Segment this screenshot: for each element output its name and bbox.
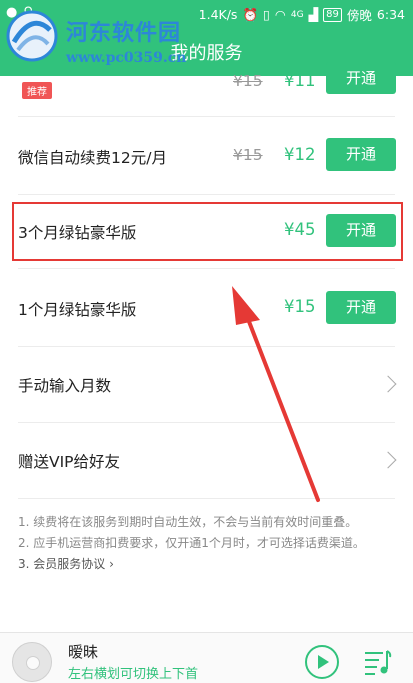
divider — [18, 498, 395, 499]
mini-player[interactable]: 暧昧 左右横划可切换上下首 — [0, 632, 413, 683]
open-button-0[interactable]: 开通 — [326, 62, 396, 94]
album-disc-icon[interactable] — [12, 642, 52, 682]
signal-type: 4G — [290, 9, 304, 20]
alarm-icon: ⏰ — [242, 6, 259, 22]
watermark-logo-icon — [6, 10, 58, 62]
wifi-icon: ◠ — [274, 7, 286, 22]
plan-row-0: ¥15 ¥11 开通 — [0, 62, 413, 112]
battery-level: 89 — [323, 7, 342, 22]
song-title: 暧昧 — [68, 643, 99, 661]
chevron-right-icon — [379, 451, 397, 469]
watermark-text: 河东软件园 — [66, 20, 182, 46]
old-price: ¥15 — [233, 72, 263, 90]
old-price: ¥15 — [233, 146, 263, 164]
vibrate-icon: ▯ — [263, 7, 270, 22]
carrier-text: 傍晚 — [346, 8, 372, 23]
clock: 6:34 — [376, 7, 405, 22]
note-1: 1. 续费将在该服务到期时自动生效，不会与当前有效时间重叠。 — [18, 515, 358, 529]
plan-label: 微信自动续费12元/月 — [18, 149, 167, 167]
note-2: 2. 应手机运营商扣费要求，仅开通1个月时，才可选择话费渠道。 — [18, 536, 365, 550]
link-label: 手动输入月数 — [18, 377, 112, 395]
signal-icon: ▟ — [308, 7, 319, 22]
plan-row-1: 微信自动续费12元/月 ¥15 ¥12 开通 — [0, 116, 413, 194]
plan-label: 1个月绿钻豪华版 — [18, 301, 137, 319]
gift-vip-row[interactable]: 赠送VIP给好友 — [0, 422, 413, 498]
highlight-box — [12, 202, 403, 261]
open-button-3[interactable]: 开通 — [326, 291, 396, 324]
plan-price: ¥11 — [284, 71, 316, 90]
plan-price: ¥12 — [284, 145, 316, 164]
divider — [18, 194, 395, 195]
plan-price: ¥15 — [284, 297, 316, 316]
playlist-icon[interactable] — [364, 647, 392, 677]
open-button-1[interactable]: 开通 — [326, 138, 396, 171]
net-speed: 1.4K/s — [198, 7, 238, 22]
play-icon[interactable] — [305, 645, 339, 679]
manual-months-row[interactable]: 手动输入月数 — [0, 346, 413, 422]
service-agreement-link[interactable]: 3. 会员服务协议 › — [18, 554, 398, 575]
link-label: 赠送VIP给好友 — [18, 453, 121, 471]
notes: 1. 续费将在该服务到期时自动生效，不会与当前有效时间重叠。 2. 应手机运营商… — [18, 512, 398, 575]
swipe-hint: 左右横划可切换上下首 — [68, 667, 199, 682]
plan-row-3: 1个月绿钻豪华版 ¥15 开通 — [0, 268, 413, 346]
chevron-right-icon — [379, 375, 397, 393]
